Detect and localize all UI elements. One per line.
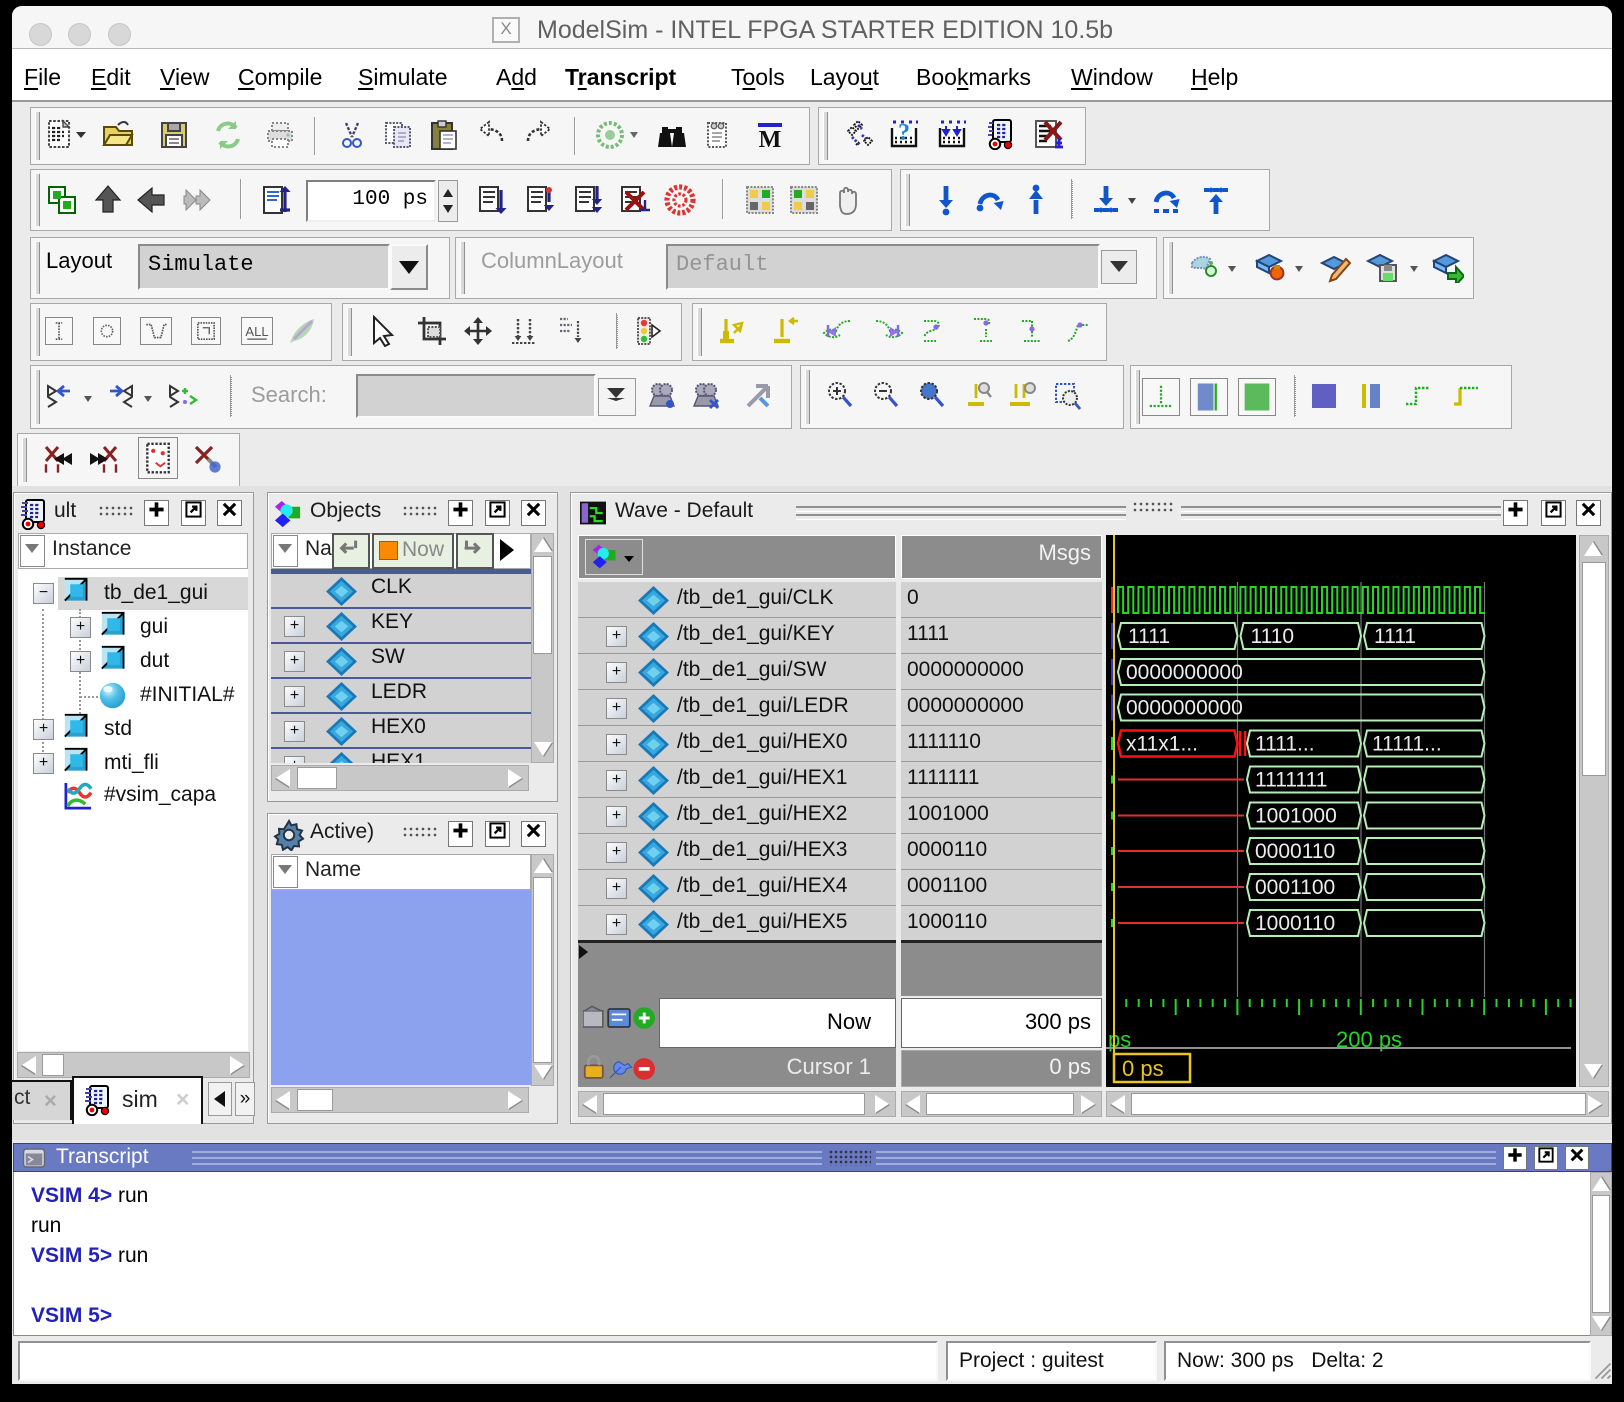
svg-text:?: ?	[898, 120, 910, 146]
svg-text:M: M	[759, 127, 782, 151]
svg-text:11111...: 11111...	[1372, 733, 1442, 756]
svg-text:0000000000: 0000000000	[1126, 697, 1243, 720]
svg-text:1000110: 1000110	[1255, 912, 1335, 935]
svg-text:0001100: 0001100	[1255, 876, 1335, 899]
svg-text:0 ps: 0 ps	[1122, 1056, 1164, 1081]
svg-text:x11x1...: x11x1...	[1126, 733, 1198, 756]
svg-text:1111: 1111	[1374, 625, 1416, 648]
svg-text:0000000000: 0000000000	[1126, 661, 1243, 684]
svg-text:1001000: 1001000	[1255, 805, 1337, 828]
svg-text:ALL: ALL	[245, 324, 268, 339]
svg-text:0000110: 0000110	[1255, 840, 1335, 863]
svg-text:1110: 1110	[1251, 625, 1295, 648]
svg-text:1111: 1111	[1128, 625, 1170, 648]
svg-text:1111111: 1111111	[1255, 769, 1327, 792]
svg-text:1111...: 1111...	[1255, 733, 1315, 756]
